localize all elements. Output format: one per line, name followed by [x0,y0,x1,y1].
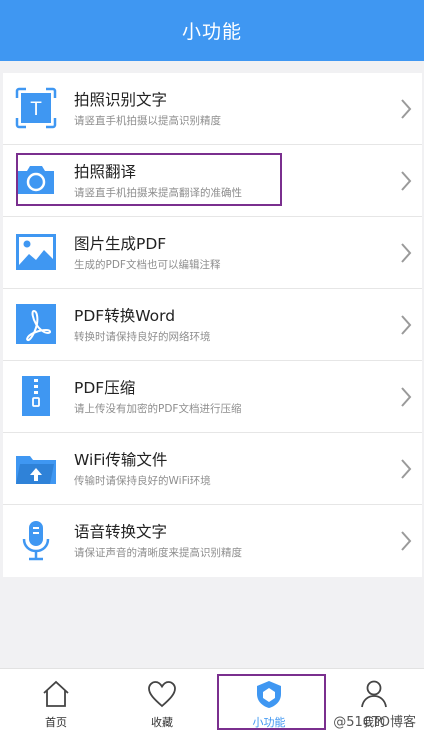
feature-subtitle: 传输时请保持良好的WiFi环境 [74,475,211,487]
chevron-right-icon [401,99,412,119]
feature-title: PDF压缩 [74,379,136,397]
feature-subtitle: 转换时请保持良好的网络环境 [74,331,211,343]
home-icon [43,680,69,707]
feature-subtitle: 请竖直手机拍摄以提高识别精度 [74,115,221,127]
feature-title: WiFi传输文件 [74,451,168,469]
text-scan-icon: T [15,87,57,129]
heart-icon [148,681,176,708]
chevron-right-icon [401,387,412,407]
feature-item-image-to-pdf[interactable]: 图片生成PDF 生成的PDF文档也可以编辑注释 [3,217,422,289]
tab-label: 收藏 [151,716,173,729]
zip-icon [22,376,50,416]
chevron-right-icon [401,171,412,191]
tab-home[interactable]: 首页 [3,669,109,738]
watermark: @51CTO博客 [333,715,416,730]
highlight-box [16,153,282,206]
feature-title: 拍照识别文字 [74,91,168,109]
pdf-icon [16,304,56,344]
feature-title: 语音转换文字 [74,523,168,541]
feature-title: PDF转换Word [74,307,176,325]
feature-list: T 拍照识别文字 请竖直手机拍摄以提高识别精度 拍照翻译 请竖直手机拍摄来提高翻… [3,73,422,577]
tab-highlight-box [217,674,326,730]
chevron-right-icon [401,315,412,335]
chevron-right-icon [401,531,412,551]
feature-item-pdf-to-word[interactable]: PDF转换Word 转换时请保持良好的网络环境 [3,289,422,361]
header-bar: 小功能 [0,0,424,61]
image-icon [16,234,56,270]
svg-text:T: T [30,99,42,120]
tab-favorites[interactable]: 收藏 [109,669,215,738]
feature-item-text-recognition[interactable]: T 拍照识别文字 请竖直手机拍摄以提高识别精度 [3,73,422,145]
user-icon [361,680,387,708]
folder-upload-icon [16,456,56,484]
page-title: 小功能 [181,21,242,43]
chevron-right-icon [401,459,412,479]
feature-title: 图片生成PDF [74,235,167,253]
feature-subtitle: 请上传没有加密的PDF文档进行压缩 [74,403,242,415]
tab-label: 首页 [45,716,67,729]
feature-item-wifi-transfer[interactable]: WiFi传输文件 传输时请保持良好的WiFi环境 [3,433,422,505]
microphone-icon [22,521,50,561]
feature-item-speech-to-text[interactable]: 语音转换文字 请保证声音的清晰度来提高识别精度 [3,505,422,577]
chevron-right-icon [401,243,412,263]
feature-item-pdf-compress[interactable]: PDF压缩 请上传没有加密的PDF文档进行压缩 [3,361,422,433]
feature-subtitle: 请保证声音的清晰度来提高识别精度 [74,547,242,559]
feature-subtitle: 生成的PDF文档也可以编辑注释 [74,259,221,271]
